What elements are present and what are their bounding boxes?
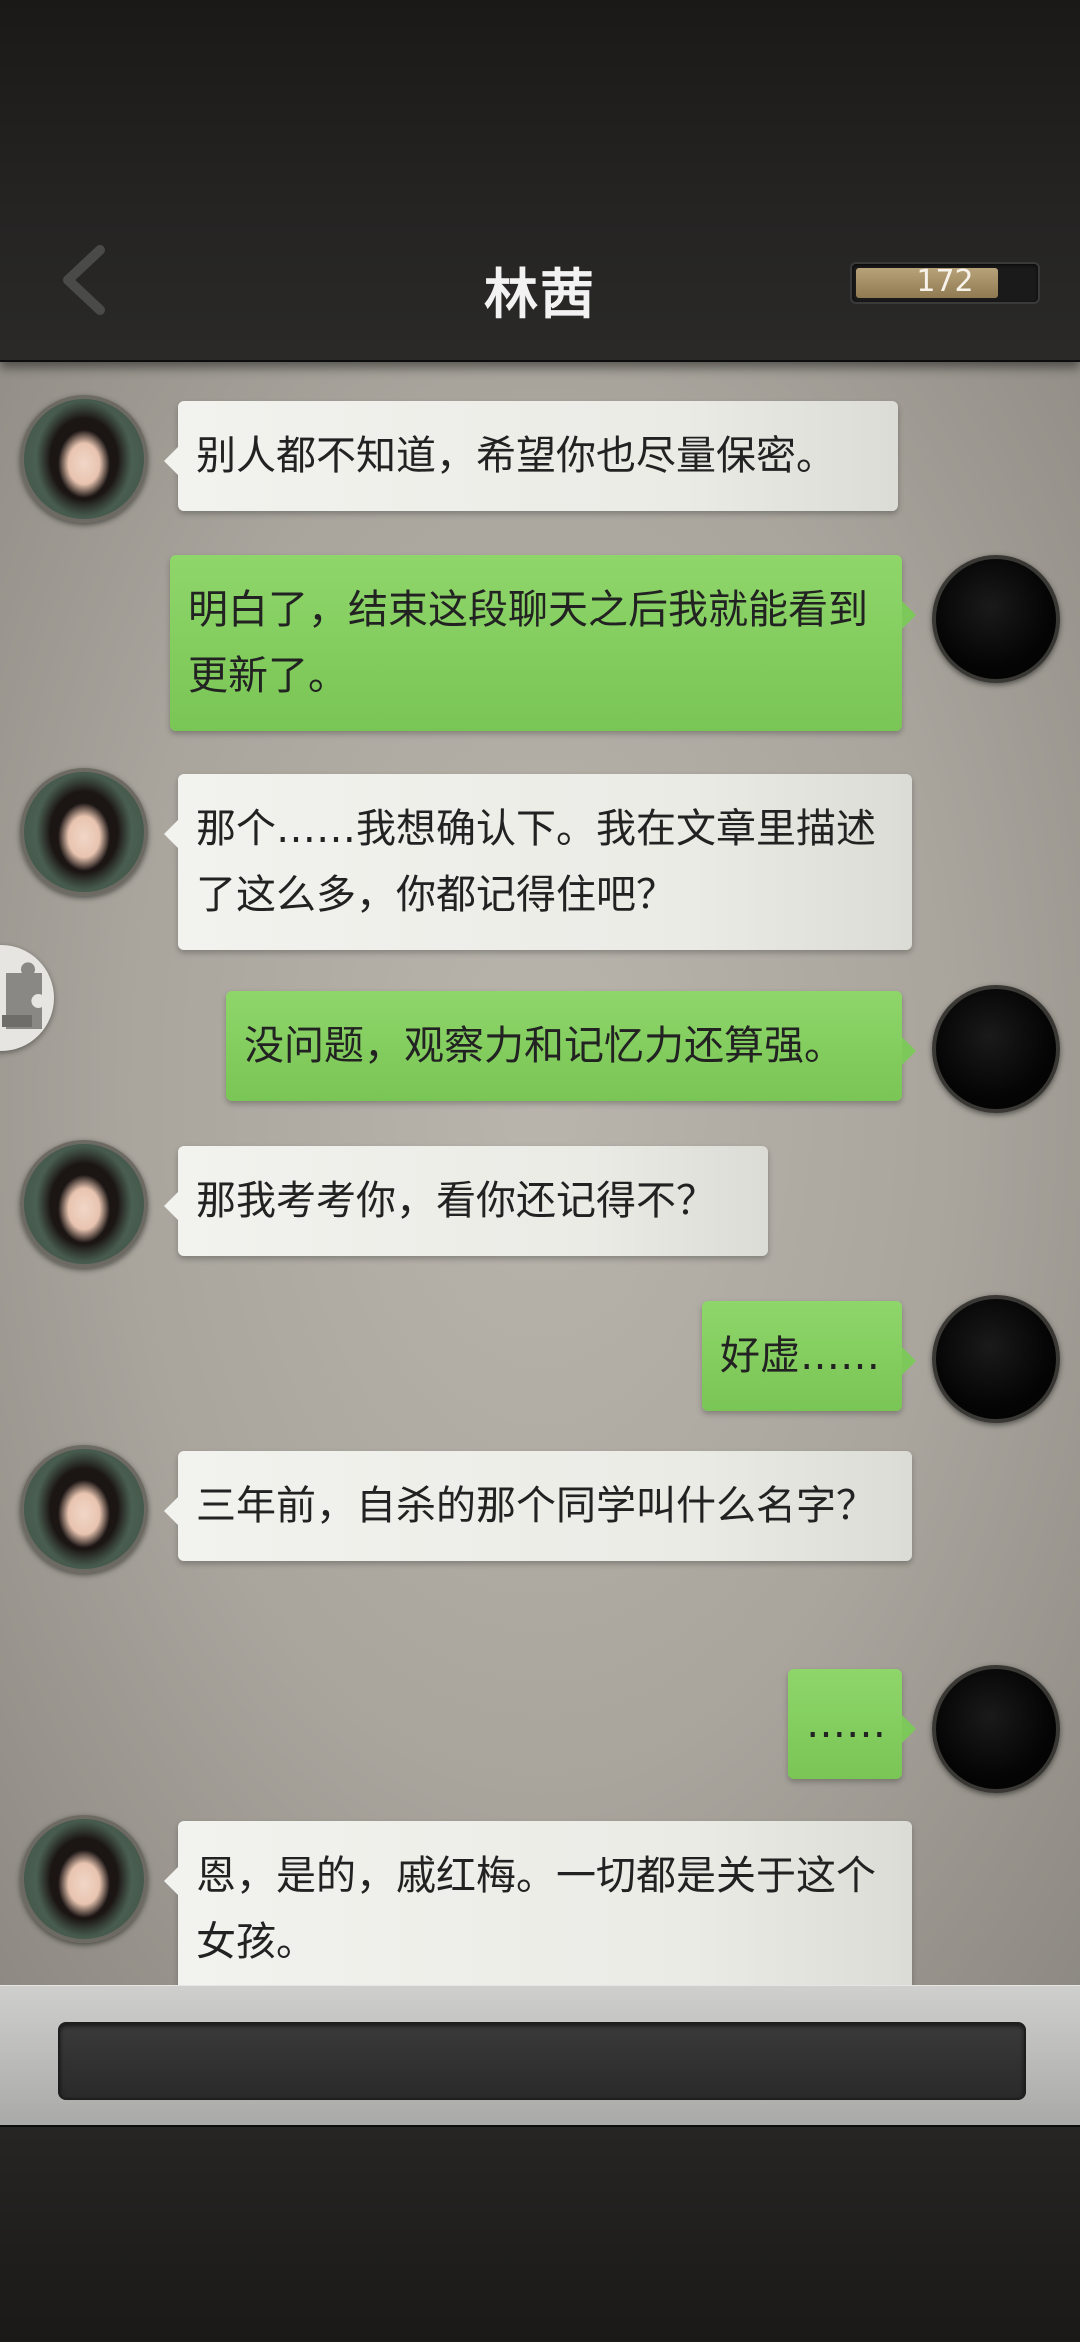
input-bar bbox=[0, 1985, 1080, 2126]
header-bar: 林茜 172 bbox=[0, 0, 1080, 362]
message-row: …… bbox=[0, 1665, 1080, 1795]
message-bubble[interactable]: 没问题，观察力和记忆力还算强。 bbox=[226, 991, 916, 1101]
message-bubble[interactable]: 那我考考你，看你还记得不？ bbox=[164, 1146, 768, 1256]
user-avatar[interactable] bbox=[932, 555, 1060, 683]
contact-avatar[interactable] bbox=[20, 1140, 148, 1268]
message-row: 三年前，自杀的那个同学叫什么名字？ bbox=[0, 1445, 1080, 1625]
user-avatar[interactable] bbox=[932, 1665, 1060, 1793]
contact-avatar[interactable] bbox=[20, 1815, 148, 1943]
message-bubble[interactable]: 那个……我想确认下。我在文章里描述了这么多，你都记得住吧？ bbox=[164, 774, 912, 950]
puzzle-icon bbox=[2, 962, 42, 1029]
reply-input[interactable] bbox=[58, 2022, 1026, 2100]
message-bubble[interactable]: 别人都不知道，希望你也尽量保密。 bbox=[164, 401, 898, 511]
message-bubble[interactable]: …… bbox=[788, 1669, 916, 1779]
message-row: 别人都不知道，希望你也尽量保密。 bbox=[0, 395, 1080, 525]
message-bubble[interactable]: 恩，是的，戚红梅。一切都是关于这个女孩。 bbox=[164, 1821, 912, 1985]
contact-avatar[interactable] bbox=[20, 395, 148, 523]
message-row: 明白了，结束这段聊天之后我就能看到更新了。 bbox=[0, 555, 1080, 735]
energy-meter: 172 bbox=[850, 262, 1040, 304]
contact-avatar[interactable] bbox=[20, 1445, 148, 1573]
puzzle-button[interactable] bbox=[0, 945, 54, 1051]
chat-area[interactable]: 别人都不知道，希望你也尽量保密。 明白了，结束这段聊天之后我就能看到更新了。 那… bbox=[0, 360, 1080, 1985]
message-row: 恩，是的，戚红梅。一切都是关于这个女孩。 bbox=[0, 1815, 1080, 1985]
bottom-panel bbox=[0, 2125, 1080, 2342]
user-avatar[interactable] bbox=[932, 1295, 1060, 1423]
message-bubble[interactable]: 明白了，结束这段聊天之后我就能看到更新了。 bbox=[170, 555, 916, 731]
message-row: 那我考考你，看你还记得不？ bbox=[0, 1140, 1080, 1270]
message-row: 没问题，观察力和记忆力还算强。 bbox=[0, 985, 1080, 1115]
message-bubble[interactable]: 三年前，自杀的那个同学叫什么名字？ bbox=[164, 1451, 912, 1561]
energy-value: 172 bbox=[916, 264, 974, 299]
message-row: 那个……我想确认下。我在文章里描述了这么多，你都记得住吧？ bbox=[0, 768, 1080, 950]
contact-avatar[interactable] bbox=[20, 768, 148, 896]
message-row: 好虚…… bbox=[0, 1295, 1080, 1425]
message-bubble[interactable]: 好虚…… bbox=[702, 1301, 916, 1411]
user-avatar[interactable] bbox=[932, 985, 1060, 1113]
